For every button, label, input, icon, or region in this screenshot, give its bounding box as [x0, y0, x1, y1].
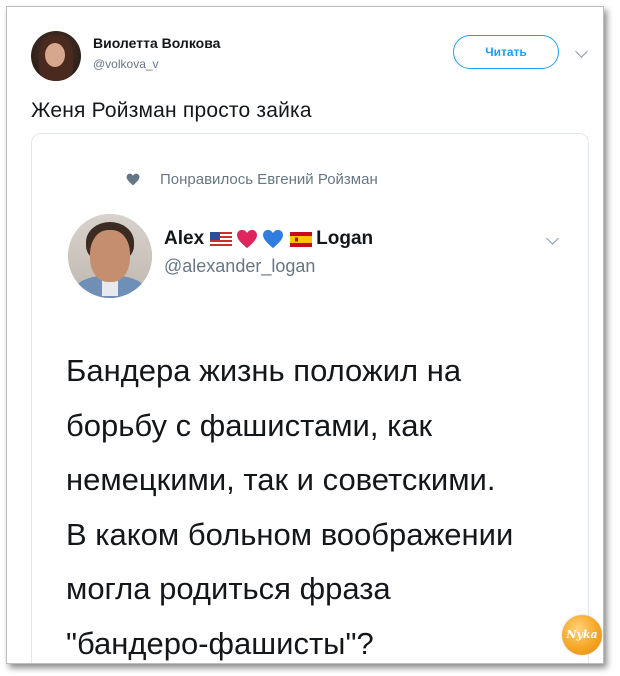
avatar-face: [90, 230, 130, 282]
tweet-text: Женя Ройзман просто зайка: [31, 99, 312, 122]
screenshot-frame: Виолетта Волкова @volkova_v Читать Женя …: [6, 6, 604, 664]
quoted-text-line: В каком больном воображении: [66, 516, 514, 552]
chevron-down-icon[interactable]: [575, 45, 588, 58]
quoted-text-line: Бандера жизнь положил на: [66, 353, 462, 388]
author-handle[interactable]: @volkova_v: [93, 57, 159, 71]
quoted-author-handle[interactable]: @alexander_logan: [164, 256, 315, 277]
author-avatar[interactable]: [31, 31, 81, 81]
quoted-tweet-card[interactable]: Понравилось Евгений Ройзман Alex Logan @…: [31, 133, 589, 663]
watermark-logo: Nyka: [562, 615, 602, 655]
us-flag-icon: [210, 231, 233, 247]
quoted-author-name[interactable]: Alex Logan: [164, 228, 373, 250]
chevron-down-icon[interactable]: [546, 232, 559, 245]
quoted-text-line: немецкими, так и советскими.: [66, 462, 496, 497]
blue-heart-icon: [263, 229, 284, 249]
quoted-author-name-first: Alex: [164, 228, 205, 249]
quoted-tweet-text: Бандера жизнь положил на борьбу с фашист…: [66, 344, 576, 663]
spain-flag-icon: [290, 231, 313, 247]
quoted-text-line: "бандеро-фашисты"?: [66, 625, 374, 661]
quoted-author-avatar[interactable]: [68, 214, 152, 298]
red-heart-icon: [237, 229, 258, 249]
quoted-text-line: борьбу с фашистами, как: [66, 407, 433, 443]
follow-button[interactable]: Читать: [453, 35, 559, 69]
author-name[interactable]: Виолетта Волкова: [93, 35, 220, 51]
quoted-author-name-last: Logan: [316, 228, 374, 249]
liked-by-text: Понравилось Евгений Ройзман: [160, 171, 378, 188]
avatar-face: [45, 43, 65, 67]
quoted-text-line: могла родиться фраза: [66, 571, 391, 606]
heart-icon: [126, 173, 140, 186]
